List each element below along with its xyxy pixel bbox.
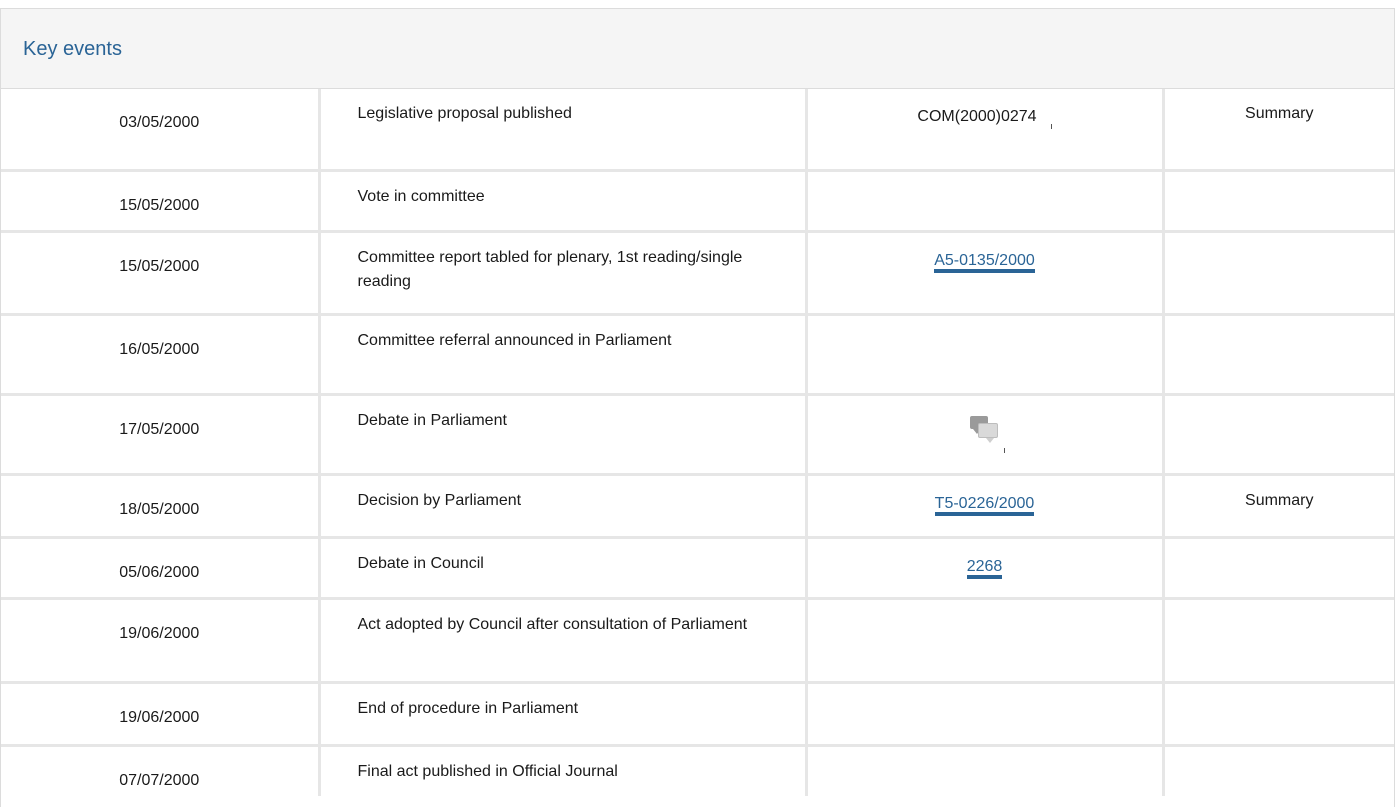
event-name-cell: Final act published in Official Journal <box>319 745 808 796</box>
event-summary-cell <box>1163 682 1394 747</box>
event-summary-cell <box>1163 745 1394 796</box>
event-document-cell <box>806 170 1165 233</box>
event-date: 16/05/2000 <box>119 340 200 358</box>
event-document-cell <box>806 745 1165 796</box>
table-row: 05/06/2000 Debate in Council 2268 <box>1 537 1394 600</box>
event-name-cell: Vote in committee <box>319 170 808 233</box>
key-events-panel: Key events 03/05/2000 Legislative proposa… <box>0 8 1395 807</box>
event-date-cell: 15/05/2000 <box>1 231 321 316</box>
event-date-cell: 15/05/2000 <box>1 170 321 233</box>
table-row: 18/05/2000 Decision by Parliament T5-0226/… <box>1 474 1394 539</box>
event-name-cell: Debate in Council <box>319 537 808 600</box>
debate-icon[interactable] <box>969 415 1005 453</box>
table-row: 15/05/2000 Committee report tabled for pl… <box>1 231 1394 316</box>
event-name: Act adopted by Council after consultatio… <box>357 615 748 633</box>
event-name: Vote in committee <box>357 187 485 205</box>
table-row: 15/05/2000 Vote in committee <box>1 170 1394 233</box>
event-date: 15/05/2000 <box>119 196 200 214</box>
table-row: 19/06/2000 End of procedure in Parliament <box>1 682 1394 747</box>
event-name-cell: Decision by Parliament <box>319 474 808 539</box>
event-name-cell: Act adopted by Council after consultatio… <box>319 598 808 684</box>
event-date: 18/05/2000 <box>119 500 200 518</box>
event-date: 03/05/2000 <box>119 114 200 131</box>
document-link[interactable]: T5-0226/2000 <box>934 494 1035 516</box>
event-document-cell <box>806 394 1165 476</box>
summary-link[interactable]: Summary <box>1245 492 1313 509</box>
event-summary-cell <box>1163 598 1394 684</box>
event-name: Debate in Parliament <box>357 411 507 429</box>
event-date: 15/05/2000 <box>119 257 200 275</box>
event-name: Decision by Parliament <box>357 491 522 509</box>
event-document-cell: A5-0135/2000 <box>806 231 1165 316</box>
event-date-cell: 19/06/2000 <box>1 598 321 684</box>
event-date-cell: 17/05/2000 <box>1 394 321 476</box>
event-name: Legislative proposal published <box>357 105 572 122</box>
event-name: End of procedure in Parliament <box>357 699 579 717</box>
event-date-cell: 05/06/2000 <box>1 537 321 600</box>
panel-title: Key events <box>23 38 122 60</box>
event-name-cell: Committee referral announced in Parliame… <box>319 314 808 396</box>
event-summary-cell <box>1163 537 1394 600</box>
event-date-cell: 03/05/2000 <box>1 89 321 172</box>
event-date-cell: 16/05/2000 <box>1 314 321 396</box>
event-name-cell: End of procedure in Parliament <box>319 682 808 747</box>
event-name-cell: Legislative proposal published <box>319 89 808 172</box>
event-name: Committee referral announced in Parliame… <box>357 331 672 349</box>
event-summary-cell <box>1163 231 1394 316</box>
event-document-cell: COM(2000)0274 <box>806 89 1165 172</box>
document-reference: COM(2000)0274 <box>917 108 1037 125</box>
event-document-cell <box>806 598 1165 684</box>
event-summary-cell <box>1163 314 1394 396</box>
event-summary-cell: Summary <box>1163 89 1394 172</box>
event-name: Committee report tabled for plenary, 1st… <box>357 248 743 290</box>
event-name-cell: Committee report tabled for plenary, 1st… <box>319 231 808 316</box>
event-date: 17/05/2000 <box>119 420 200 438</box>
event-name: Final act published in Official Journal <box>357 762 618 780</box>
event-date-cell: 18/05/2000 <box>1 474 321 539</box>
summary-link[interactable]: Summary <box>1245 105 1313 122</box>
document-marker <box>1050 124 1052 129</box>
table-row: 17/05/2000 Debate in Parliament <box>1 394 1394 476</box>
event-document-cell <box>806 314 1165 396</box>
event-date: 19/06/2000 <box>119 624 200 642</box>
table-row: 16/05/2000 Committee referral announced i… <box>1 314 1394 396</box>
event-date: 07/07/2000 <box>119 771 200 789</box>
event-name-cell: Debate in Parliament <box>319 394 808 476</box>
document-link[interactable]: 2268 <box>966 557 1003 579</box>
event-document-cell: T5-0226/2000 <box>806 474 1165 539</box>
event-date: 19/06/2000 <box>119 708 200 726</box>
event-summary-cell <box>1163 394 1394 476</box>
panel-header[interactable]: Key events <box>1 9 1394 89</box>
event-date: 05/06/2000 <box>119 563 200 581</box>
event-date-cell: 07/07/2000 <box>1 745 321 796</box>
table-row: 19/06/2000 Act adopted by Council after c… <box>1 598 1394 684</box>
table-row: 03/05/2000 Legislative proposal published… <box>1 89 1394 172</box>
event-document-cell: 2268 <box>806 537 1165 600</box>
event-summary-cell <box>1163 170 1394 233</box>
table-row: 07/07/2000 Final act published in Officia… <box>1 745 1394 796</box>
document-link[interactable]: A5-0135/2000 <box>934 251 1035 273</box>
event-date-cell: 19/06/2000 <box>1 682 321 747</box>
event-summary-cell: Summary <box>1163 474 1394 539</box>
event-document-cell <box>806 682 1165 747</box>
event-name: Debate in Council <box>357 554 484 572</box>
key-events-table: 03/05/2000 Legislative proposal published… <box>1 89 1394 796</box>
